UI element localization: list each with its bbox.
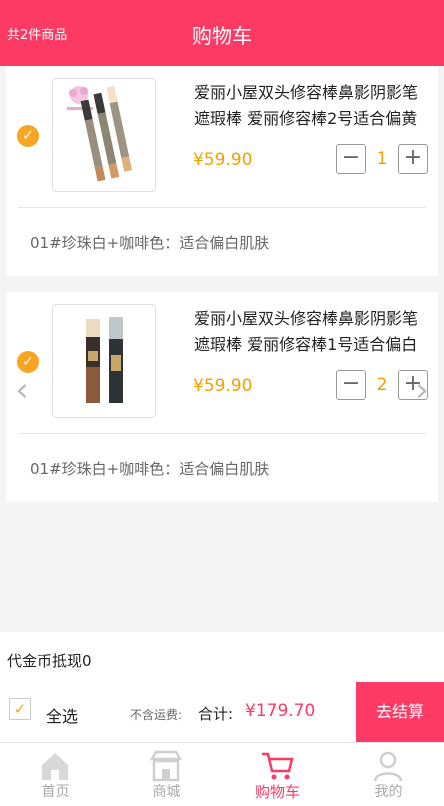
product-spec: 01#珍珠白+咖啡色：适合偏白肌肤 [30, 460, 270, 478]
tab-label: 商城 [152, 784, 181, 800]
tab-label: 购物车 [254, 783, 300, 801]
qty-value[interactable]: 2 [372, 375, 392, 395]
product-price: ¥59.90 [193, 376, 253, 396]
tab-cart[interactable]: 购物车 [222, 743, 333, 806]
chevron-right-icon[interactable]: › [408, 370, 436, 410]
select-all-label[interactable]: 全选 [46, 703, 78, 727]
contour-sticks-image [86, 317, 123, 403]
checkout-button[interactable]: 去结算 [356, 682, 444, 742]
product-image[interactable] [52, 78, 156, 192]
tab-label: 首页 [41, 784, 70, 800]
coin-deduction-row: 代金币抵现0 [0, 632, 444, 682]
bottom-tab-bar: 首页 商城 购物车 我的 [0, 742, 444, 806]
divider [18, 433, 426, 434]
cart-item: ✓ 爱丽小屋双头修容棒鼻影阴影笔遮瑕棒 爱丽修容棒1号适合偏白 ¥59.90 −… [6, 292, 438, 502]
concealer-sticks-image [67, 85, 133, 182]
cart-item: ✓ 爱丽小屋双头修容棒鼻影阴影笔遮瑕棒 爱丽修容棒2号适合偏黄 ¥59.90 −… [6, 66, 438, 276]
page-title: 购物车 [192, 24, 252, 48]
qty-increase-button[interactable]: + [398, 144, 428, 174]
product-name[interactable]: 爱丽小屋双头修容棒鼻影阴影笔遮瑕棒 爱丽修容棒1号适合偏白 [194, 306, 428, 358]
product-image[interactable] [52, 304, 156, 418]
tab-profile[interactable]: 我的 [333, 743, 444, 806]
total-amount: ¥179.70 [245, 701, 316, 721]
select-all-checkbox[interactable]: ✓ [9, 698, 31, 720]
product-price: ¥59.90 [193, 150, 253, 170]
freight-note: 不含运费: [130, 708, 183, 722]
product-spec: 01#珍珠白+咖啡色：适合偏白肌肤 [30, 234, 270, 252]
divider [18, 207, 426, 208]
home-icon [42, 753, 68, 780]
item-check-icon[interactable]: ✓ [17, 125, 39, 147]
coin-deduction-label: 代金币抵现0 [7, 652, 92, 670]
shop-icon [149, 750, 183, 782]
tab-shop[interactable]: 商城 [111, 743, 222, 806]
tab-label: 我的 [374, 784, 403, 800]
cart-icon [262, 752, 294, 780]
tab-home[interactable]: 首页 [0, 743, 111, 806]
qty-decrease-button[interactable]: − [336, 370, 366, 400]
checkout-bar: ✓ 全选 不含运费: 合计: ¥179.70 去结算 [0, 682, 444, 742]
qty-value[interactable]: 1 [372, 149, 392, 169]
chevron-left-icon[interactable]: ‹ [8, 370, 36, 410]
qty-decrease-button[interactable]: − [336, 144, 366, 174]
user-icon [373, 751, 403, 782]
product-name[interactable]: 爱丽小屋双头修容棒鼻影阴影笔遮瑕棒 爱丽修容棒2号适合偏黄 [194, 80, 428, 132]
top-bar: 共2件商品 购物车 [0, 0, 444, 66]
total-label: 合计: [198, 705, 234, 723]
